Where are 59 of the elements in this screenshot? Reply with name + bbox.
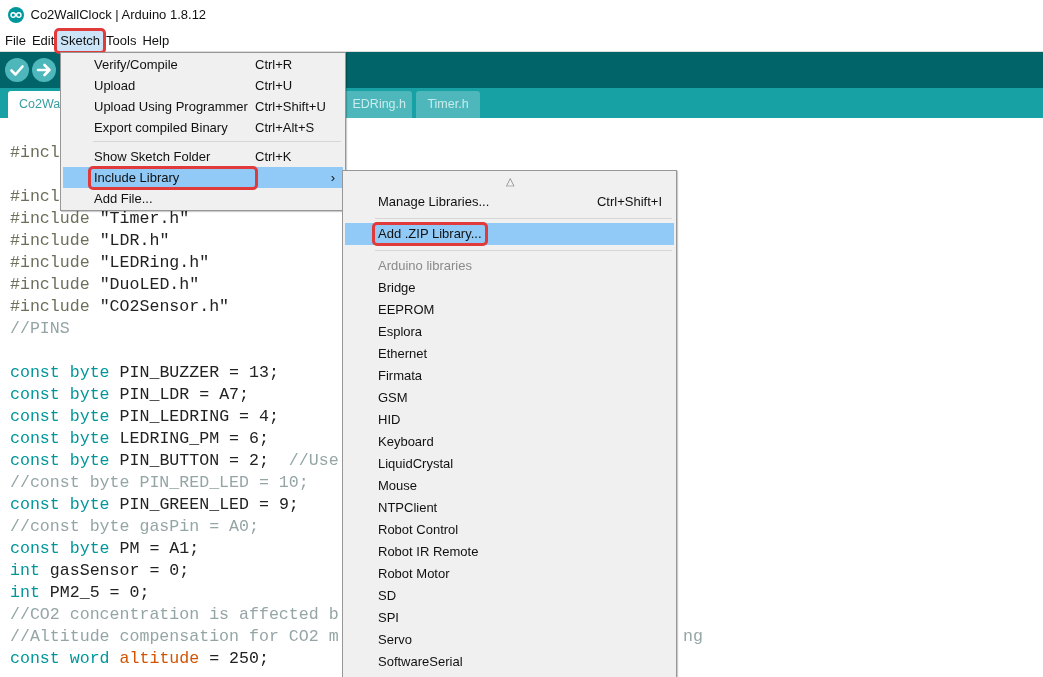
code-line: const byte PIN_LEDRING = 4; (10, 406, 279, 428)
code-line: #include "LDR.h" (10, 230, 170, 252)
code-line: //CO2 concentration is affected b (10, 604, 339, 626)
code-fragment: ng (683, 626, 703, 648)
menu-item[interactable]: HID (345, 409, 674, 431)
code-line: int gasSensor = 0; (10, 560, 190, 582)
code-line: //const byte gasPin = A0; (10, 516, 259, 538)
code-line: #incl (10, 186, 60, 208)
code-line: const byte PM = A1; (10, 538, 200, 560)
menu-item[interactable]: SoftwareSerial (345, 651, 674, 673)
menu-item[interactable]: Add .ZIP Library... (345, 223, 674, 245)
menu-item[interactable]: Add File... (63, 188, 343, 209)
scroll-up-arrow[interactable]: △ (505, 173, 514, 191)
menu-item[interactable]: Manage Libraries... Ctrl+Shift+I (345, 191, 674, 213)
menu-item[interactable]: Show Sketch Folder Ctrl+K (63, 146, 343, 167)
menu-item[interactable]: Edit (28, 30, 58, 51)
menu-item[interactable]: Servo (345, 629, 674, 651)
code-line: #include "CO2Sensor.h" (10, 296, 230, 318)
menu-item[interactable]: Tools (103, 30, 140, 51)
menu-item[interactable]: Verify/Compile Ctrl+R (63, 54, 343, 75)
window-title: Co2WallClock | Arduino 1.8.12 (30, 6, 207, 25)
menu-header: Arduino libraries (377, 257, 473, 275)
menu-item[interactable]: Help (139, 30, 173, 51)
menu-item[interactable]: Sketch (57, 30, 104, 51)
code-line: #include "DuoLED.h" (10, 274, 200, 296)
menu-item[interactable]: Keyboard (345, 431, 674, 453)
menu-item[interactable]: GSM (345, 387, 674, 409)
verify-button[interactable] (5, 58, 29, 82)
code-line: const byte PIN_GREEN_LED = 9; (10, 494, 299, 516)
menu-item[interactable]: NTPClient (345, 497, 674, 519)
code-line: int PM2_5 = 0; (10, 582, 150, 604)
menu-item[interactable]: LiquidCrystal (345, 453, 674, 475)
menu-item[interactable]: Robot IR Remote (345, 541, 674, 563)
upload-button[interactable] (32, 58, 57, 82)
menu-item[interactable]: EEPROM (345, 299, 674, 321)
menu-item[interactable]: Robot Control (345, 519, 674, 541)
code-line: const word altitude = 250; (10, 648, 269, 670)
menu-item[interactable]: SPI (345, 607, 674, 629)
menu-item[interactable]: SD (345, 585, 674, 607)
code-line: #incl (10, 142, 60, 164)
menu-item[interactable]: Mouse (345, 475, 674, 497)
code-line: const byte PIN_LDR = A7; (10, 384, 249, 406)
menu-item[interactable]: Esplora (345, 321, 674, 343)
menu-item[interactable]: Export compiled Binary Ctrl+Alt+S (63, 117, 343, 138)
app-logo-icon (8, 7, 24, 23)
code-line: //PINS (10, 318, 70, 340)
code-line: #include "Timer.h" (10, 208, 190, 230)
menu-item[interactable]: Bridge (345, 277, 674, 299)
menu-item[interactable]: Robot Motor (345, 563, 674, 585)
code-line: const byte LEDRING_PM = 6; (10, 428, 269, 450)
menu-item[interactable]: Firmata (345, 365, 674, 387)
code-line: //Altitude compensation for CO2 m (10, 626, 339, 648)
menu-item[interactable]: Ethernet (345, 343, 674, 365)
code-line: #include "LEDRing.h" (10, 252, 210, 274)
code-line: //const byte PIN_RED_LED = 10; (10, 472, 309, 494)
menu-item[interactable]: Include Library › (63, 167, 343, 188)
menu-item[interactable]: File (2, 30, 29, 51)
code-line: const byte PIN_BUTTON = 2; //Use (10, 450, 339, 472)
code-line: const byte PIN_BUZZER = 13; (10, 362, 279, 384)
